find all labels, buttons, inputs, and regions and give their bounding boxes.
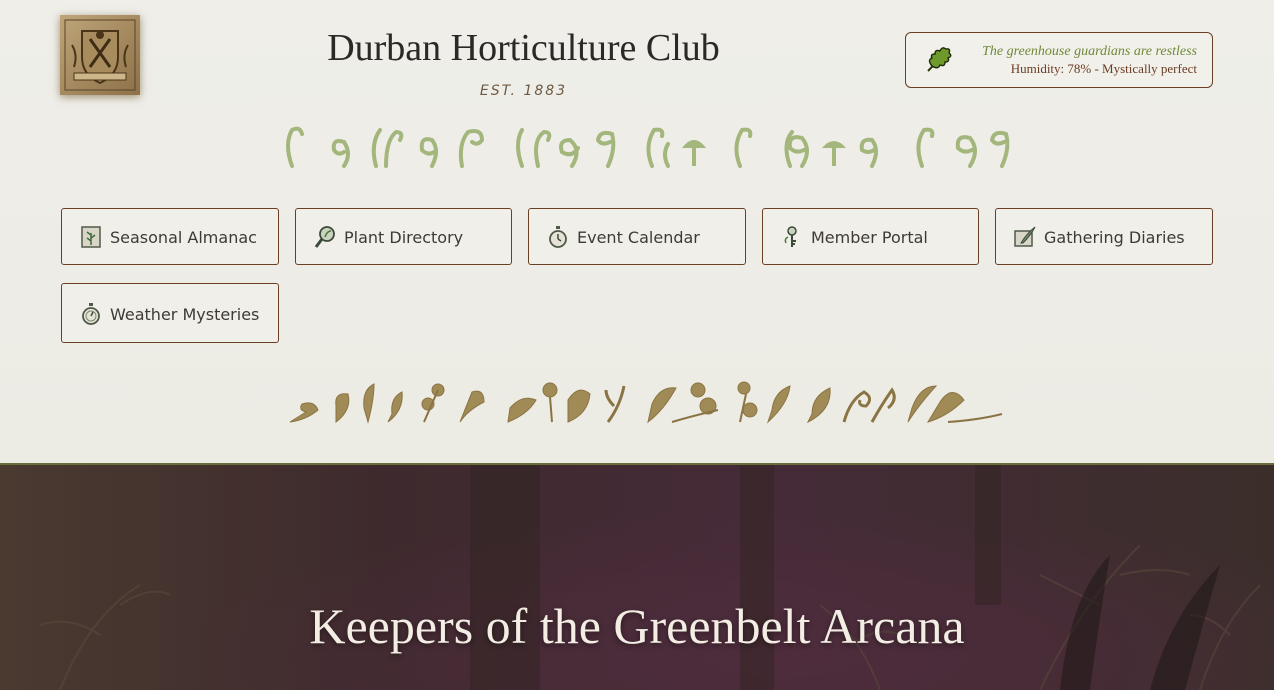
nav-gathering-diaries-button[interactable]: Gathering Diaries bbox=[995, 208, 1213, 265]
nav-label: Seasonal Almanac bbox=[110, 228, 257, 247]
nav-plant-directory-button[interactable]: Plant Directory bbox=[295, 208, 512, 265]
nav-event-calendar-button[interactable]: Event Calendar bbox=[528, 208, 746, 265]
nav-weather-mysteries-button[interactable]: Weather Mysteries bbox=[61, 283, 279, 343]
hero-title: Keepers of the Greenbelt Arcana bbox=[309, 598, 965, 654]
status-detail: Humidity: 78% - Mystically perfect bbox=[1010, 61, 1197, 76]
hero-foliage-backdrop bbox=[39, 465, 1261, 690]
quill-diary-icon bbox=[1014, 226, 1036, 247]
magnifier-leaf-icon bbox=[314, 226, 335, 248]
nav-seasonal-almanac-button[interactable]: Seasonal Almanac bbox=[61, 208, 279, 265]
pocket-watch-icon bbox=[549, 226, 567, 248]
nav-label: Weather Mysteries bbox=[110, 305, 260, 324]
hero-banner: Keepers of the Greenbelt Arcana bbox=[0, 463, 1274, 690]
stopwatch-icon bbox=[82, 303, 100, 325]
oak-leaf-icon bbox=[927, 47, 952, 72]
established-year: EST. 1883 bbox=[479, 83, 568, 99]
nav-label: Plant Directory bbox=[344, 228, 464, 247]
fern-divider-ornament bbox=[286, 126, 1010, 168]
site-title: Durban Horticulture Club bbox=[327, 27, 720, 69]
nav-label: Event Calendar bbox=[577, 228, 700, 247]
flower-key-icon bbox=[784, 226, 797, 247]
almanac-book-icon bbox=[81, 226, 101, 248]
nav-label: Gathering Diaries bbox=[1044, 228, 1185, 247]
botanical-divider-ornament bbox=[289, 381, 1003, 424]
nav-label: Member Portal bbox=[811, 228, 928, 247]
header-area: Durban Horticulture Club EST. 1883 The g… bbox=[0, 0, 1274, 464]
nav-member-portal-button[interactable]: Member Portal bbox=[762, 208, 979, 265]
status-headline: The greenhouse guardians are restless bbox=[982, 44, 1197, 59]
greenhouse-status-panel: The greenhouse guardians are restless Hu… bbox=[905, 32, 1213, 88]
